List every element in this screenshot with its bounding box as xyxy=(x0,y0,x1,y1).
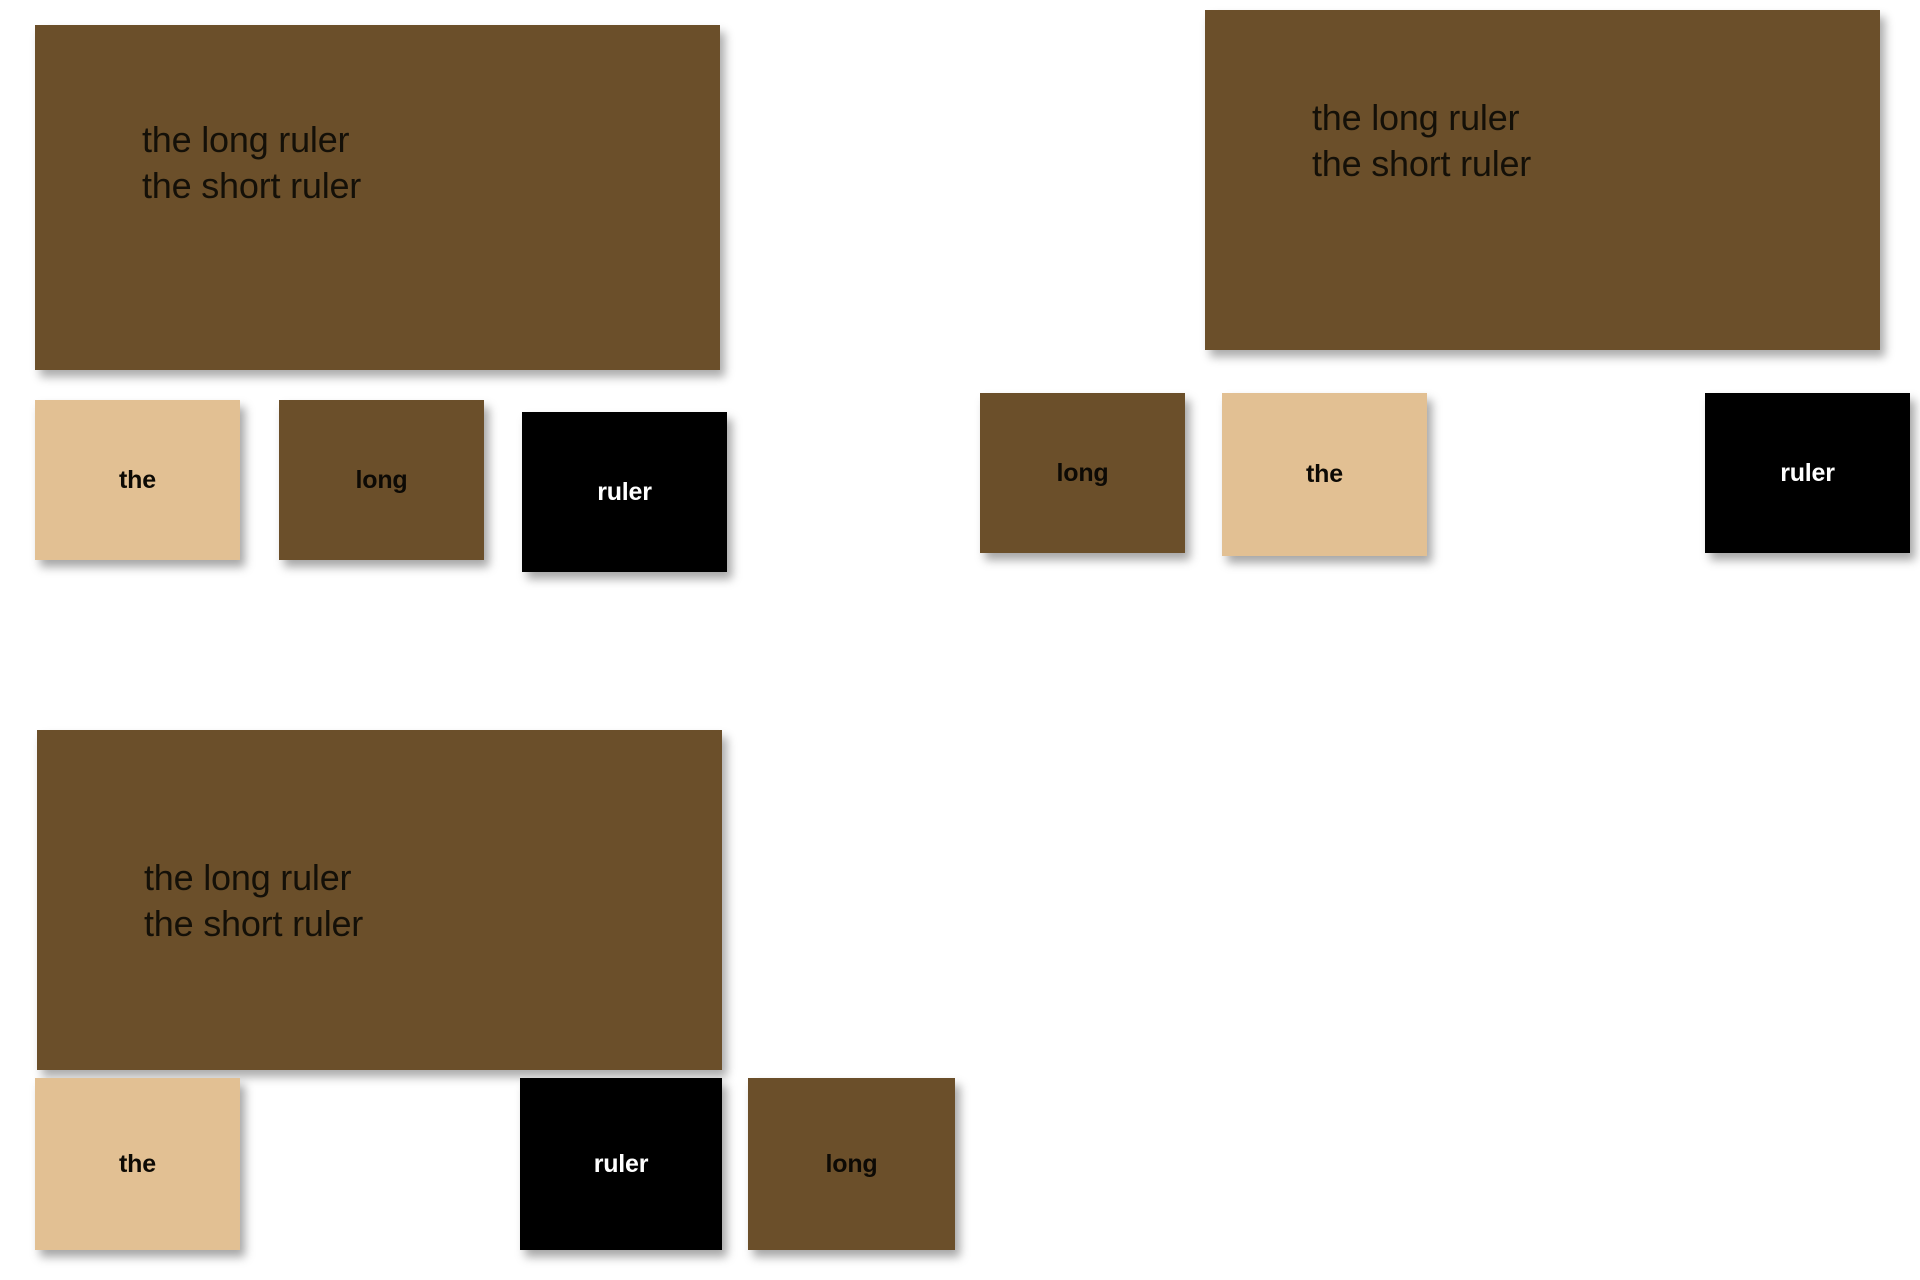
word-card-the[interactable]: the xyxy=(1222,393,1427,556)
word-card-label: long xyxy=(825,1149,878,1178)
word-card-the[interactable]: the xyxy=(35,400,240,560)
sentence-panel-text: the long ruler the short ruler xyxy=(142,119,362,207)
word-card-ruler[interactable]: ruler xyxy=(1705,393,1910,553)
word-card-label: ruler xyxy=(1780,458,1835,487)
word-card-label: the xyxy=(1306,460,1343,488)
word-card-label: ruler xyxy=(597,477,652,506)
sentence-panel-bottom-left[interactable]: the long ruler the short ruler xyxy=(37,730,722,1070)
word-card-long[interactable]: long xyxy=(980,393,1185,553)
word-card-the[interactable]: the xyxy=(35,1078,240,1250)
sentence-panel-text: the long ruler the short ruler xyxy=(144,857,364,945)
sentence-panel-text: the long ruler the short ruler xyxy=(1312,97,1532,185)
word-card-label: long xyxy=(355,465,408,494)
word-card-label: long xyxy=(1056,458,1109,487)
sentence-panel-top-left[interactable]: the long ruler the short ruler xyxy=(35,25,720,370)
word-card-long[interactable]: long xyxy=(279,400,484,560)
word-card-ruler[interactable]: ruler xyxy=(520,1078,722,1250)
word-card-ruler[interactable]: ruler xyxy=(522,412,727,572)
word-card-label: the xyxy=(119,465,156,494)
canvas: the long ruler the short ruler the long … xyxy=(0,0,1920,1280)
sentence-panel-top-right[interactable]: the long ruler the short ruler xyxy=(1205,10,1880,350)
word-card-label: the xyxy=(119,1149,156,1178)
word-card-long[interactable]: long xyxy=(748,1078,955,1250)
word-card-label: ruler xyxy=(593,1149,649,1178)
